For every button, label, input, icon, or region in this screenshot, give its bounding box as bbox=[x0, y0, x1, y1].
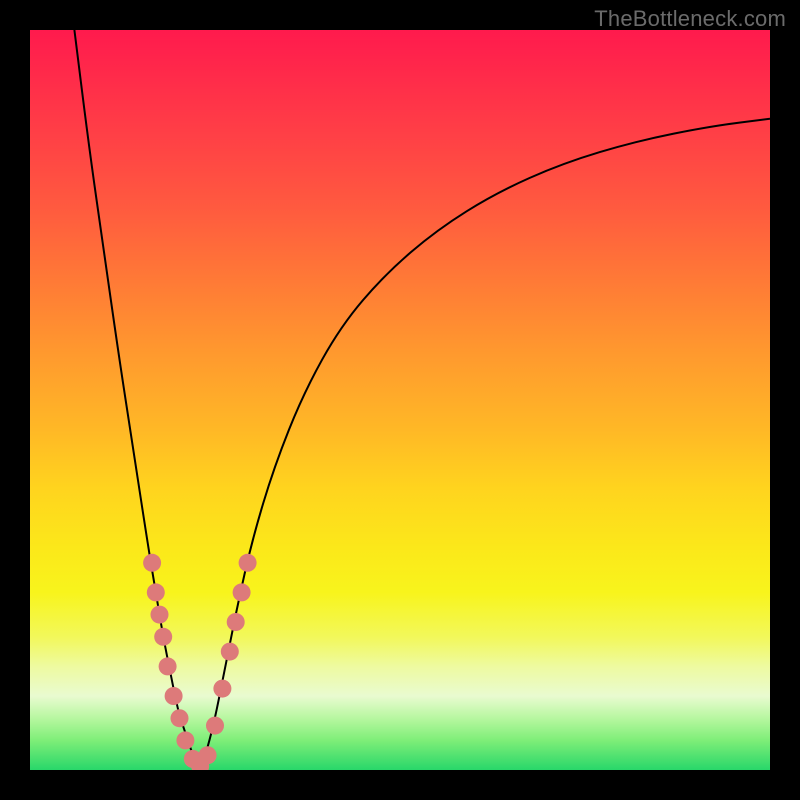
bead-marker bbox=[143, 554, 161, 572]
bead-marker bbox=[171, 709, 189, 727]
plot-area bbox=[30, 30, 770, 770]
bead-marker bbox=[165, 687, 183, 705]
bead-marker bbox=[206, 717, 224, 735]
bead-marker bbox=[221, 643, 239, 661]
bead-marker bbox=[151, 606, 169, 624]
curve-right-arm bbox=[200, 119, 770, 770]
bead-marker bbox=[213, 680, 231, 698]
bead-group bbox=[143, 554, 257, 770]
bead-marker bbox=[176, 731, 194, 749]
bead-marker bbox=[199, 746, 217, 764]
bead-marker bbox=[154, 628, 172, 646]
curve-left-arm bbox=[74, 30, 200, 770]
chart-svg bbox=[30, 30, 770, 770]
bead-marker bbox=[239, 554, 257, 572]
chart-frame: TheBottleneck.com bbox=[0, 0, 800, 800]
bead-marker bbox=[227, 613, 245, 631]
curve-group bbox=[74, 30, 770, 770]
bead-marker bbox=[147, 583, 165, 601]
watermark-text: TheBottleneck.com bbox=[594, 6, 786, 32]
bead-marker bbox=[233, 583, 251, 601]
bead-marker bbox=[159, 657, 177, 675]
